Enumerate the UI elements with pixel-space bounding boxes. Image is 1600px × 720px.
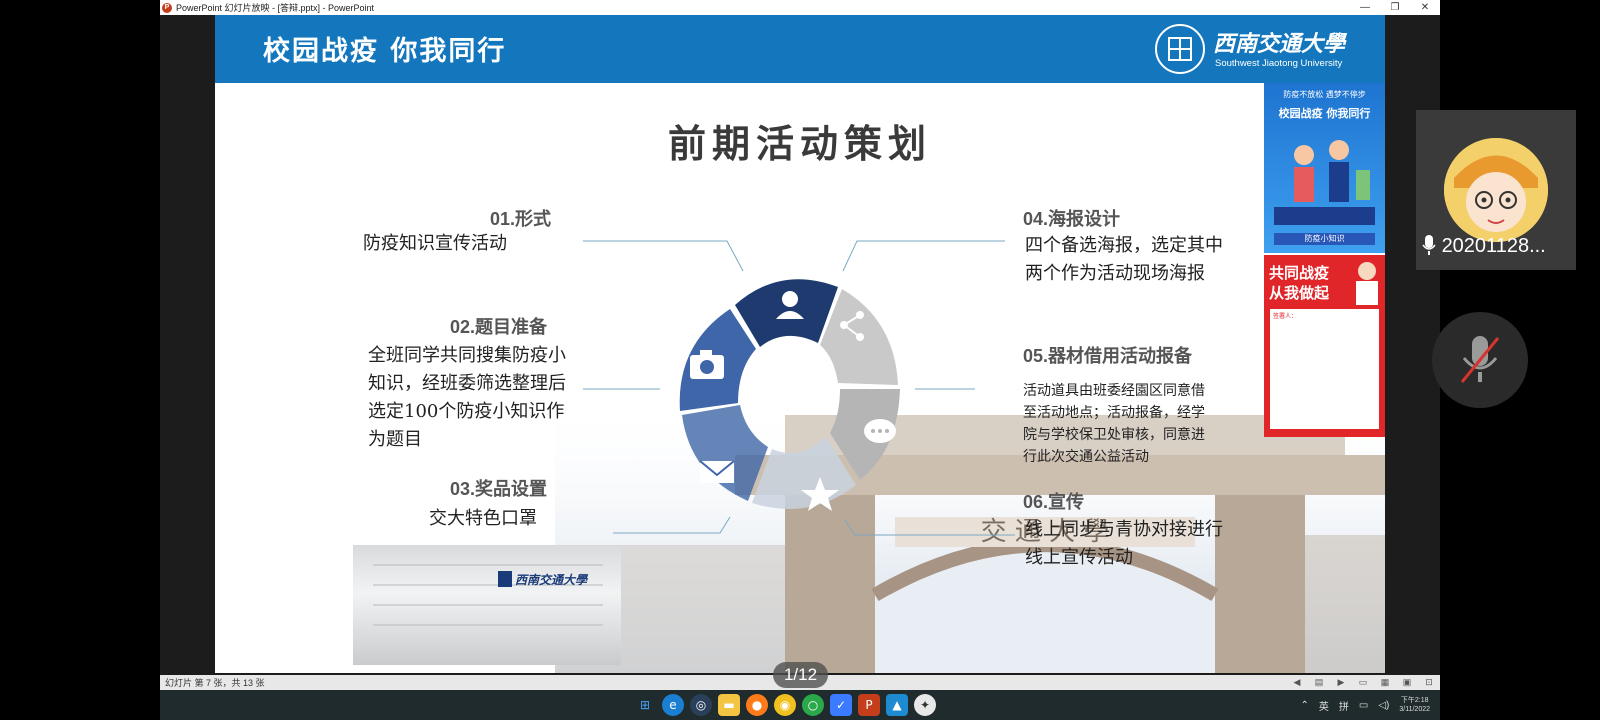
participant-name-text: 20201128... xyxy=(1441,235,1546,257)
slide-title: 前期活动策划 xyxy=(667,122,932,166)
poster2-title-line2: 从我做起 xyxy=(1269,284,1330,302)
item-02-body: 全班同学共同搜集防疫小知识，经班委筛选整理后选定100个防疫小知识作为题目 xyxy=(368,345,566,450)
normal-view-icon[interactable]: ▭ xyxy=(1354,677,1372,689)
firefox-icon[interactable]: ● xyxy=(746,694,768,716)
minimize-button[interactable]: — xyxy=(1350,0,1380,15)
slide-count-text: 幻灯片 第 7 张，共 13 张 xyxy=(165,678,265,688)
slideshow-icon[interactable]: ⊡ xyxy=(1420,677,1438,689)
mask-photo: 西南交通大學 xyxy=(353,545,621,665)
clock[interactable]: 下午2:18 3/11/2022 xyxy=(1399,696,1430,714)
item-01-body: 防疫知识宣传活动 xyxy=(363,233,507,254)
close-button[interactable]: ✕ xyxy=(1410,0,1440,15)
ring-diagram xyxy=(679,279,900,511)
slide[interactable]: 交 通 大 學 校园战疫 你我同行 西南交通大學 Southwest Jiaot… xyxy=(215,15,1385,673)
ring-segment-lower-left xyxy=(682,405,768,501)
clock-time: 下午2:18 xyxy=(1400,697,1429,704)
tray-lang-en[interactable]: 英 xyxy=(1319,698,1329,713)
feishu-icon[interactable]: ✓ xyxy=(830,694,852,716)
menu-icon[interactable]: ▤ xyxy=(1310,677,1328,689)
mask-logo-icon xyxy=(498,571,512,587)
item-02-heading: 02.题目准备 xyxy=(450,317,548,337)
chat-icon xyxy=(864,419,896,443)
participant-avatar xyxy=(1444,138,1548,242)
poster1-bottom-label: 防疫小知识 xyxy=(1274,233,1375,245)
title-bar: P PowerPoint 幻灯片放映 - [答辩.pptx] - PowerPo… xyxy=(160,0,1440,15)
powerpoint-window: P PowerPoint 幻灯片放映 - [答辩.pptx] - PowerPo… xyxy=(160,0,1440,720)
item-04-body: 四个备选海报，选定其中两个作为活动现场海报 xyxy=(1025,235,1223,284)
clock-date: 3/11/2022 xyxy=(1399,706,1430,713)
item-04-heading: 04.海报设计 xyxy=(1023,209,1121,229)
university-logo: 西南交通大學 Southwest Jiaotong University xyxy=(1155,22,1355,78)
slide-header: 校园战疫 你我同行 西南交通大學 Southwest Jiaotong Univ… xyxy=(215,15,1385,83)
mute-microphone-button[interactable] xyxy=(1432,312,1528,408)
chrome-icon[interactable]: ◉ xyxy=(774,694,796,716)
university-name-en: Southwest Jiaotong University xyxy=(1215,58,1343,69)
header-title: 校园战疫 你我同行 xyxy=(263,36,507,67)
mail-icon xyxy=(699,460,735,483)
tray-expand-icon[interactable]: ⌃ xyxy=(1301,700,1309,711)
steam-icon[interactable]: ◎ xyxy=(690,694,712,716)
file-explorer-icon[interactable]: ▬ xyxy=(718,694,740,716)
poster2-title: 共同战疫 从我做起 xyxy=(1269,263,1329,303)
poster1-top-text: 防疫不放松 遇梦不停步 xyxy=(1283,90,1366,99)
reading-view-icon[interactable]: ▣ xyxy=(1398,677,1416,689)
poster1-title: 校园战疫 你我同行 xyxy=(1278,107,1371,120)
item-06-body: 线上同步与青协对接进行线上宣传活动 xyxy=(1025,519,1223,568)
mountain-app-icon[interactable]: ▲ xyxy=(886,694,908,716)
university-seal-icon xyxy=(1155,24,1205,74)
powerpoint-app-icon: P xyxy=(162,2,172,13)
poster1-illustration xyxy=(1274,140,1375,225)
item-01-heading: 01.形式 xyxy=(490,209,552,229)
mask-logo-text: 西南交通大學 xyxy=(515,573,588,587)
system-tray: ⌃ 英 拼 ▭ ◁) 下午2:18 3/11/2022 xyxy=(1301,690,1431,720)
powerpoint-taskbar-icon[interactable]: P xyxy=(858,694,880,716)
prev-slide-icon[interactable]: ◀ xyxy=(1288,677,1306,689)
tray-lang-pinyin[interactable]: 拼 xyxy=(1339,698,1349,713)
muted-microphone-icon xyxy=(1460,336,1500,383)
item-03-heading: 03.奖品设置 xyxy=(450,479,548,499)
edge-icon[interactable]: e xyxy=(662,694,684,716)
poster2-signer-label: 签署人： xyxy=(1273,313,1298,320)
window-title: PowerPoint 幻灯片放映 - [答辩.pptx] - PowerPoin… xyxy=(176,3,375,13)
network-icon[interactable]: ▭ xyxy=(1359,700,1368,711)
item-05-heading: 05.器材借用活动报备 xyxy=(1023,346,1193,366)
meeting-app-icon[interactable]: ✦ xyxy=(914,694,936,716)
windows-start-icon[interactable]: ⊞ xyxy=(634,694,656,716)
item-05-body: 活动道具由班委经園区同意借至活动地点；活动报备，经学院与学校保卫处审核，同意进行… xyxy=(1023,383,1205,465)
participant-name: 20201128... xyxy=(1422,234,1546,258)
microphone-icon xyxy=(1422,235,1436,255)
green-app-icon[interactable]: ○ xyxy=(802,694,824,716)
poster2-signature-box: 签署人： xyxy=(1270,309,1379,429)
page-indicator: 1/12 xyxy=(773,662,828,688)
doctor-icon xyxy=(1356,262,1378,305)
poster2-title-line1: 共同战疫 xyxy=(1269,264,1330,282)
taskbar: ⊞ e ◎ ▬ ● ◉ ○ ✓ P ▲ ✦ ⌃ 英 拼 ▭ ◁) 下午2:18 … xyxy=(160,690,1440,720)
participant-video-tile[interactable]: 20201128... xyxy=(1416,110,1576,270)
volume-icon[interactable]: ◁) xyxy=(1378,700,1389,711)
item-06-heading: 06.宣传 xyxy=(1023,492,1085,512)
slide-sorter-icon[interactable]: ▦ xyxy=(1376,677,1394,689)
next-slide-icon[interactable]: ▶ xyxy=(1332,677,1350,689)
poster-fight-together: 共同战疫 从我做起 签署人： xyxy=(1264,255,1385,437)
university-name-cn: 西南交通大學 xyxy=(1213,31,1346,57)
item-03-body: 交大特色口罩 xyxy=(429,508,537,529)
poster-campus-anti-epidemic: 防疫不放松 遇梦不停步 校园战疫 你我同行 防疫小知识 xyxy=(1264,83,1385,253)
maximize-button[interactable]: ❐ xyxy=(1380,0,1410,15)
